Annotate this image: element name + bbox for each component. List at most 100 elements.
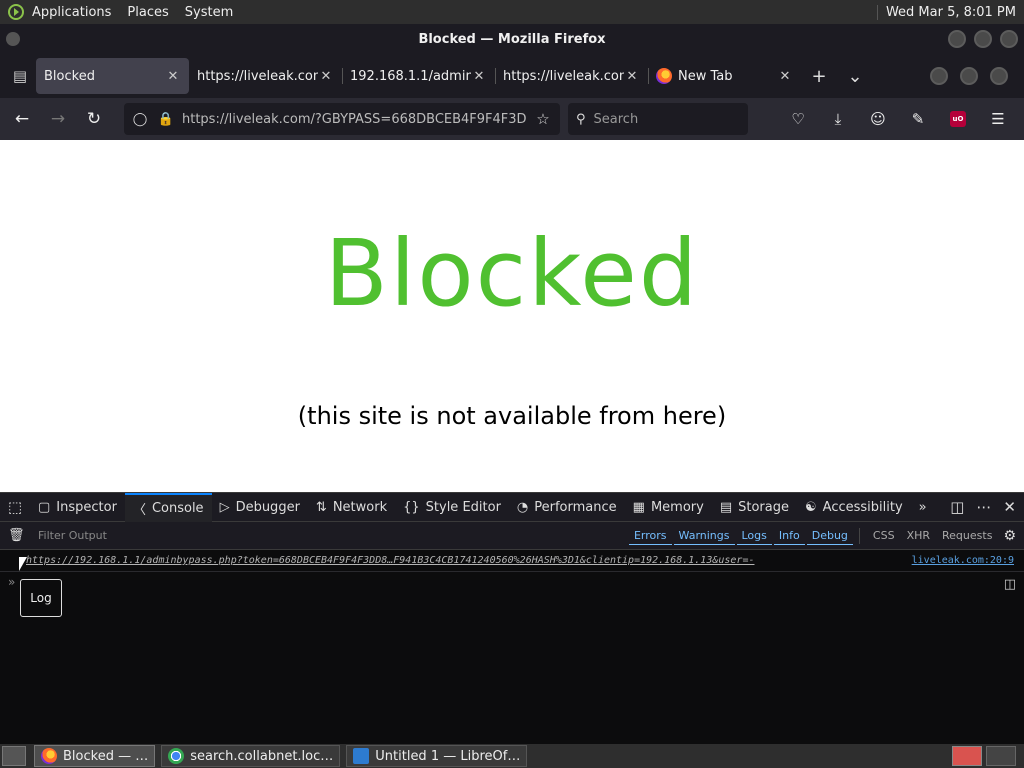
close-window-button[interactable] xyxy=(990,67,1008,85)
maximize-button[interactable] xyxy=(960,67,978,85)
devtools-menu-icon[interactable]: ⋯ xyxy=(976,498,991,516)
tab-label: Blocked xyxy=(44,68,95,84)
tab-new-tab[interactable]: New Tab ✕ xyxy=(648,58,801,94)
log-source-link[interactable]: liveleak.com:20:9 xyxy=(912,555,1014,566)
url-text[interactable]: https://liveleak.com/?GBYPASS=668DBCEB4F… xyxy=(182,112,532,127)
reload-icon[interactable]: ↻ xyxy=(78,103,110,135)
lock-icon[interactable]: 🔒 xyxy=(156,112,176,127)
maximize-button[interactable] xyxy=(974,30,992,48)
close-tab-icon[interactable]: ✕ xyxy=(471,69,487,84)
dock-side-icon[interactable]: ◫ xyxy=(950,498,964,516)
tab-liveleak-1[interactable]: https://liveleak.com ✕ xyxy=(189,58,343,94)
tab-strip: ▤ Blocked ✕ https://liveleak.com ✕ 192.1… xyxy=(0,54,1024,98)
workspace-switcher-1[interactable] xyxy=(952,746,982,766)
forward-arrow-icon[interactable]: → xyxy=(42,103,74,135)
console-prompt-chevron-icon[interactable]: » xyxy=(8,575,15,589)
editor-mode-icon[interactable]: ◫ xyxy=(1004,577,1016,592)
close-tab-icon[interactable]: ✕ xyxy=(777,69,793,84)
filter-debug[interactable]: Debug xyxy=(806,527,853,545)
panel-clock[interactable]: Wed Mar 5, 8:01 PM xyxy=(876,4,1016,20)
close-tab-icon[interactable]: ✕ xyxy=(165,69,181,84)
tab-label: New Tab xyxy=(678,68,733,84)
devtools-tab-inspector[interactable]: ▢ Inspector xyxy=(30,493,125,522)
list-all-tabs-chevron-icon[interactable]: ⌄ xyxy=(837,66,873,87)
close-tab-icon[interactable]: ✕ xyxy=(624,69,640,84)
performance-icon: ◔ xyxy=(516,499,529,515)
filter-info[interactable]: Info xyxy=(773,527,805,545)
devtools-tab-debugger[interactable]: ▷ Debugger xyxy=(212,493,308,522)
taskbar-item-chrome[interactable]: search.collabnet.loc… xyxy=(161,745,341,767)
firefox-icon xyxy=(656,68,672,84)
close-tab-icon[interactable]: ✕ xyxy=(318,69,334,84)
filter-logs[interactable]: Logs xyxy=(736,527,772,545)
filter-warnings[interactable]: Warnings xyxy=(673,527,735,545)
shield-icon[interactable]: ◯ xyxy=(130,112,150,127)
filter-css[interactable]: CSS xyxy=(868,527,900,544)
filter-output-input[interactable]: Filter Output xyxy=(38,529,627,542)
desktop: Applications Places System Wed Mar 5, 8:… xyxy=(0,0,1024,768)
window-title: Blocked — Mozilla Firefox xyxy=(418,31,606,47)
devtools-tab-style-editor[interactable]: {} Style Editor xyxy=(395,493,509,522)
distro-logo-icon[interactable] xyxy=(8,4,24,20)
menu-applications[interactable]: Applications xyxy=(32,5,111,20)
devtools-toolbar: ⬚ ▢ Inspector 〈 Console ▷ Debugger ⇅ Network… xyxy=(0,492,1024,522)
devtools-tab-console[interactable]: 〈 Console xyxy=(124,492,212,522)
close-window-button[interactable] xyxy=(1000,30,1018,48)
tab-blocked[interactable]: Blocked ✕ xyxy=(36,58,189,94)
workspace-switcher-2[interactable] xyxy=(986,746,1016,766)
libreoffice-icon xyxy=(353,748,370,764)
tab-label: https://liveleak.com xyxy=(503,68,624,84)
minimize-button[interactable] xyxy=(948,30,966,48)
bottom-taskbar: Blocked — … search.collabnet.loc… Untitl… xyxy=(0,744,1024,768)
back-arrow-icon[interactable]: ← xyxy=(6,103,38,135)
clear-console-trash-icon[interactable]: 🗑 xyxy=(8,528,28,543)
inspector-icon: ▢ xyxy=(38,499,51,515)
web-page-content: Blocked (this site is not available from… xyxy=(0,140,1024,492)
navigation-toolbar: ← → ↻ ◯ 🔒 https://liveleak.com/?GBYPASS=… xyxy=(0,98,1024,140)
pocket-icon[interactable]: ♡ xyxy=(782,103,814,135)
storage-icon: ▤ xyxy=(719,499,733,515)
taskbar-item-libreoffice[interactable]: Untitled 1 — LibreOf… xyxy=(346,745,528,767)
minimize-button[interactable] xyxy=(930,67,948,85)
search-icon: ⚲ xyxy=(576,111,586,127)
filter-errors[interactable]: Errors xyxy=(628,527,672,545)
devtools-tab-network[interactable]: ⇅ Network xyxy=(308,493,395,522)
top-panel: Applications Places System Wed Mar 5, 8:… xyxy=(0,0,1024,24)
more-tools-chevron-icon[interactable]: » xyxy=(911,493,935,522)
extensions-icon[interactable]: ✎ xyxy=(902,103,934,135)
devtools-tab-memory[interactable]: ▦ Memory xyxy=(625,493,712,522)
downloads-icon[interactable]: ⤓ xyxy=(822,103,854,135)
console-settings-gear-icon[interactable]: ⚙ xyxy=(1003,528,1016,544)
tab-adminbypass[interactable]: 192.168.1.1/adminby ✕ xyxy=(342,58,496,94)
log-message-url[interactable]: https://192.168.1.1/adminbypass.php?toke… xyxy=(26,555,872,566)
window-titlebar[interactable]: Blocked — Mozilla Firefox xyxy=(0,24,1024,54)
bookmark-star-icon[interactable]: ☆ xyxy=(532,110,554,128)
new-tab-button[interactable]: + xyxy=(801,66,837,87)
window-menu-icon[interactable] xyxy=(6,32,20,46)
url-bar[interactable]: ◯ 🔒 https://liveleak.com/?GBYPASS=668DBC… xyxy=(124,103,560,135)
menu-places[interactable]: Places xyxy=(127,5,168,20)
show-desktop-icon[interactable] xyxy=(2,746,26,766)
devtools-tab-storage[interactable]: ▤ Storage xyxy=(712,493,797,522)
console-filter-bar: 🗑 Filter Output Errors Warnings Logs Inf… xyxy=(0,522,1024,550)
ublock-origin-icon[interactable]: uO xyxy=(950,111,966,127)
devtools-tab-performance[interactable]: ◔ Performance xyxy=(509,493,625,522)
tab-label: 192.168.1.1/adminby xyxy=(350,68,471,84)
element-picker-icon[interactable]: ⬚ xyxy=(0,498,30,516)
close-devtools-icon[interactable]: ✕ xyxy=(1003,498,1016,516)
firefox-icon xyxy=(41,748,57,764)
taskbar-item-firefox[interactable]: Blocked — … xyxy=(34,745,156,767)
tab-liveleak-2[interactable]: https://liveleak.com ✕ xyxy=(495,58,649,94)
mouse-cursor-icon xyxy=(19,557,27,571)
account-icon[interactable]: ☺ xyxy=(862,103,894,135)
devtools-tab-accessibility[interactable]: ☯ Accessibility xyxy=(797,493,911,522)
filter-xhr[interactable]: XHR xyxy=(902,527,935,544)
tooltip: Log xyxy=(20,579,62,617)
search-bar[interactable]: ⚲ Search xyxy=(568,103,748,135)
filter-requests[interactable]: Requests xyxy=(937,527,997,544)
firefox-view-icon[interactable]: ▤ xyxy=(4,60,36,92)
network-icon: ⇅ xyxy=(315,499,327,515)
menu-system[interactable]: System xyxy=(185,5,233,20)
tab-label: https://liveleak.com xyxy=(197,68,318,84)
hamburger-menu-icon[interactable]: ☰ xyxy=(982,103,1014,135)
